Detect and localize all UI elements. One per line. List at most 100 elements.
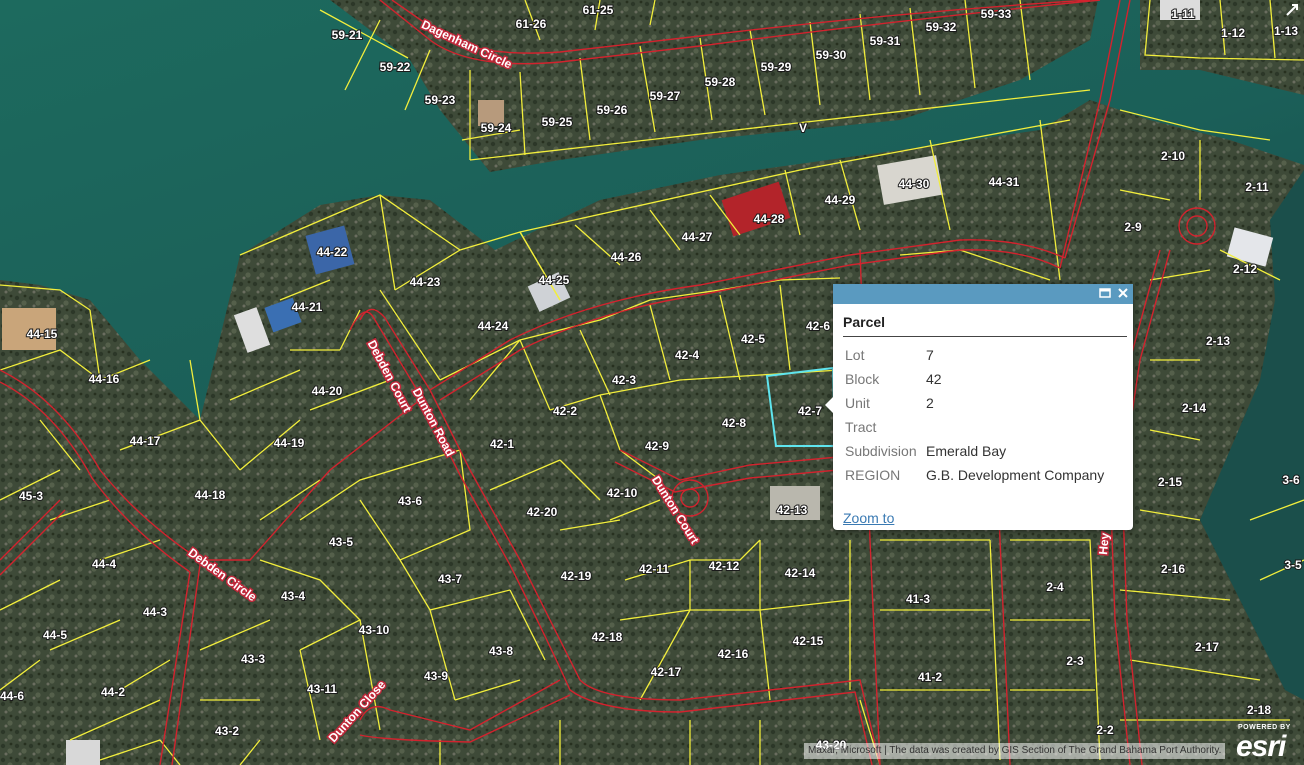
- popup-title: Parcel: [843, 314, 1127, 337]
- lot-label: 59-32: [926, 20, 957, 34]
- attribute-row: Subdivision Emerald Bay: [845, 439, 1104, 463]
- lot-label: 3-5: [1284, 558, 1302, 572]
- attribute-row: Tract: [845, 415, 1104, 439]
- lot-label: 42-17: [651, 665, 682, 679]
- lot-label: 42-15: [793, 634, 824, 648]
- field-value: G.B. Development Company: [926, 467, 1105, 483]
- lot-label: 44-2: [101, 685, 125, 699]
- lot-label: 45-3: [19, 489, 43, 503]
- lot-label: 2-2: [1096, 723, 1114, 737]
- lot-label: 42-19: [561, 569, 592, 583]
- lot-label: 42-18: [592, 630, 623, 644]
- canal-label: V: [799, 121, 807, 135]
- lot-label: 42-4: [675, 348, 699, 362]
- lot-label: 42-1: [490, 437, 514, 451]
- field-value: Emerald Bay: [926, 443, 1007, 459]
- lot-label: 44-30: [899, 177, 930, 191]
- maximize-icon[interactable]: [1097, 286, 1113, 302]
- field-label: Lot: [845, 347, 865, 363]
- lot-label: 43-5: [329, 535, 353, 549]
- close-icon[interactable]: [1115, 286, 1131, 302]
- lot-label: 2-4: [1046, 580, 1064, 594]
- lot-label: 44-22: [317, 245, 348, 259]
- lot-label: 42-2: [553, 404, 577, 418]
- attribute-row: REGION G.B. Development Company: [845, 463, 1104, 487]
- lot-label: 44-17: [130, 434, 161, 448]
- lot-label: 42-20: [527, 505, 558, 519]
- lot-label: 41-3: [906, 592, 930, 606]
- lot-label: 44-20: [312, 384, 343, 398]
- lot-label: 43-2: [215, 724, 239, 738]
- lot-label: 61-25: [583, 3, 614, 17]
- lot-label: 59-27: [650, 89, 681, 103]
- lot-label: 59-30: [816, 48, 847, 62]
- lot-label: 44-19: [274, 436, 305, 450]
- lot-label: 44-25: [539, 273, 570, 287]
- field-label: Tract: [845, 419, 877, 435]
- lot-label: 2-13: [1206, 334, 1230, 348]
- lot-label: 44-6: [0, 689, 24, 703]
- lot-label: 59-23: [425, 93, 456, 107]
- lot-label: 43-8: [489, 644, 513, 658]
- attribute-row: Unit 2: [845, 391, 1104, 415]
- lot-label: 44-31: [989, 175, 1020, 189]
- parcel-popup[interactable]: Parcel Lot 7 Block 42 Unit 2 Tract Subdivis…: [825, 284, 1133, 530]
- lot-label: 42-16: [718, 647, 749, 661]
- lot-label: 42-9: [645, 439, 669, 453]
- lot-label: 2-15: [1158, 475, 1182, 489]
- field-value: 7: [926, 347, 934, 363]
- lot-label: 2-10: [1161, 149, 1185, 163]
- lot-label: 2-16: [1161, 562, 1185, 576]
- field-value: 2: [926, 395, 934, 411]
- map-attribution: Maxar, Microsoft | The data was created …: [804, 743, 1226, 759]
- popup-pointer: [825, 396, 834, 414]
- lot-label: 44-23: [410, 275, 441, 289]
- lot-label: 44-29: [825, 193, 856, 207]
- attribute-table: Lot 7 Block 42 Unit 2 Tract Subdivision Emer…: [845, 343, 1104, 487]
- lot-label: 43-10: [359, 623, 390, 637]
- lot-label: 44-5: [43, 628, 67, 642]
- lot-label: 59-24: [481, 121, 512, 135]
- lot-label: 44-16: [89, 372, 120, 386]
- field-label: Unit: [845, 395, 870, 411]
- zoom-to-link[interactable]: Zoom to: [843, 510, 894, 526]
- lot-label: 44-15: [27, 327, 58, 341]
- lot-label: 44-24: [478, 319, 509, 333]
- lot-label: 42-5: [741, 332, 765, 346]
- lot-label: 59-22: [380, 60, 411, 74]
- street-label: Hey: [1096, 532, 1112, 555]
- attribute-row: Lot 7: [845, 343, 1104, 367]
- lot-label: 44-27: [682, 230, 713, 244]
- lot-label: 59-29: [761, 60, 792, 74]
- field-value: 42: [926, 371, 942, 387]
- lot-label: 42-13: [777, 503, 808, 517]
- house: [66, 740, 100, 765]
- lot-label: 44-28: [754, 212, 785, 226]
- lot-label: 42-7: [798, 404, 822, 418]
- lot-label: 44-26: [611, 250, 642, 264]
- lot-label: 2-3: [1066, 654, 1084, 668]
- esri-wordmark: esri: [1236, 730, 1286, 763]
- lot-label: 59-21: [332, 28, 363, 42]
- lot-label: 44-18: [195, 488, 226, 502]
- lot-label: 44-21: [292, 300, 323, 314]
- lot-label: 1-11: [1171, 7, 1195, 21]
- field-value: [926, 415, 1104, 439]
- lot-label: 2-12: [1233, 262, 1257, 276]
- attribute-row: Block 42: [845, 367, 1104, 391]
- lot-label: 59-28: [705, 75, 736, 89]
- lot-label: 2-11: [1245, 180, 1269, 194]
- esri-logo[interactable]: POWERED BY esri: [1236, 724, 1300, 763]
- lot-label: 43-3: [241, 652, 265, 666]
- lot-label: 43-9: [424, 669, 448, 683]
- lot-label: 43-4: [281, 589, 305, 603]
- expand-icon[interactable]: [1284, 2, 1300, 18]
- lot-label: 1-13: [1274, 24, 1298, 38]
- field-label: Subdivision: [845, 443, 917, 459]
- popup-header-bar: [833, 284, 1133, 304]
- lot-label: 42-3: [612, 373, 636, 387]
- lot-label: 2-17: [1195, 640, 1219, 654]
- lot-label: 2-14: [1182, 401, 1206, 415]
- lot-label: 42-10: [607, 486, 638, 500]
- lot-label: 43-7: [438, 572, 462, 586]
